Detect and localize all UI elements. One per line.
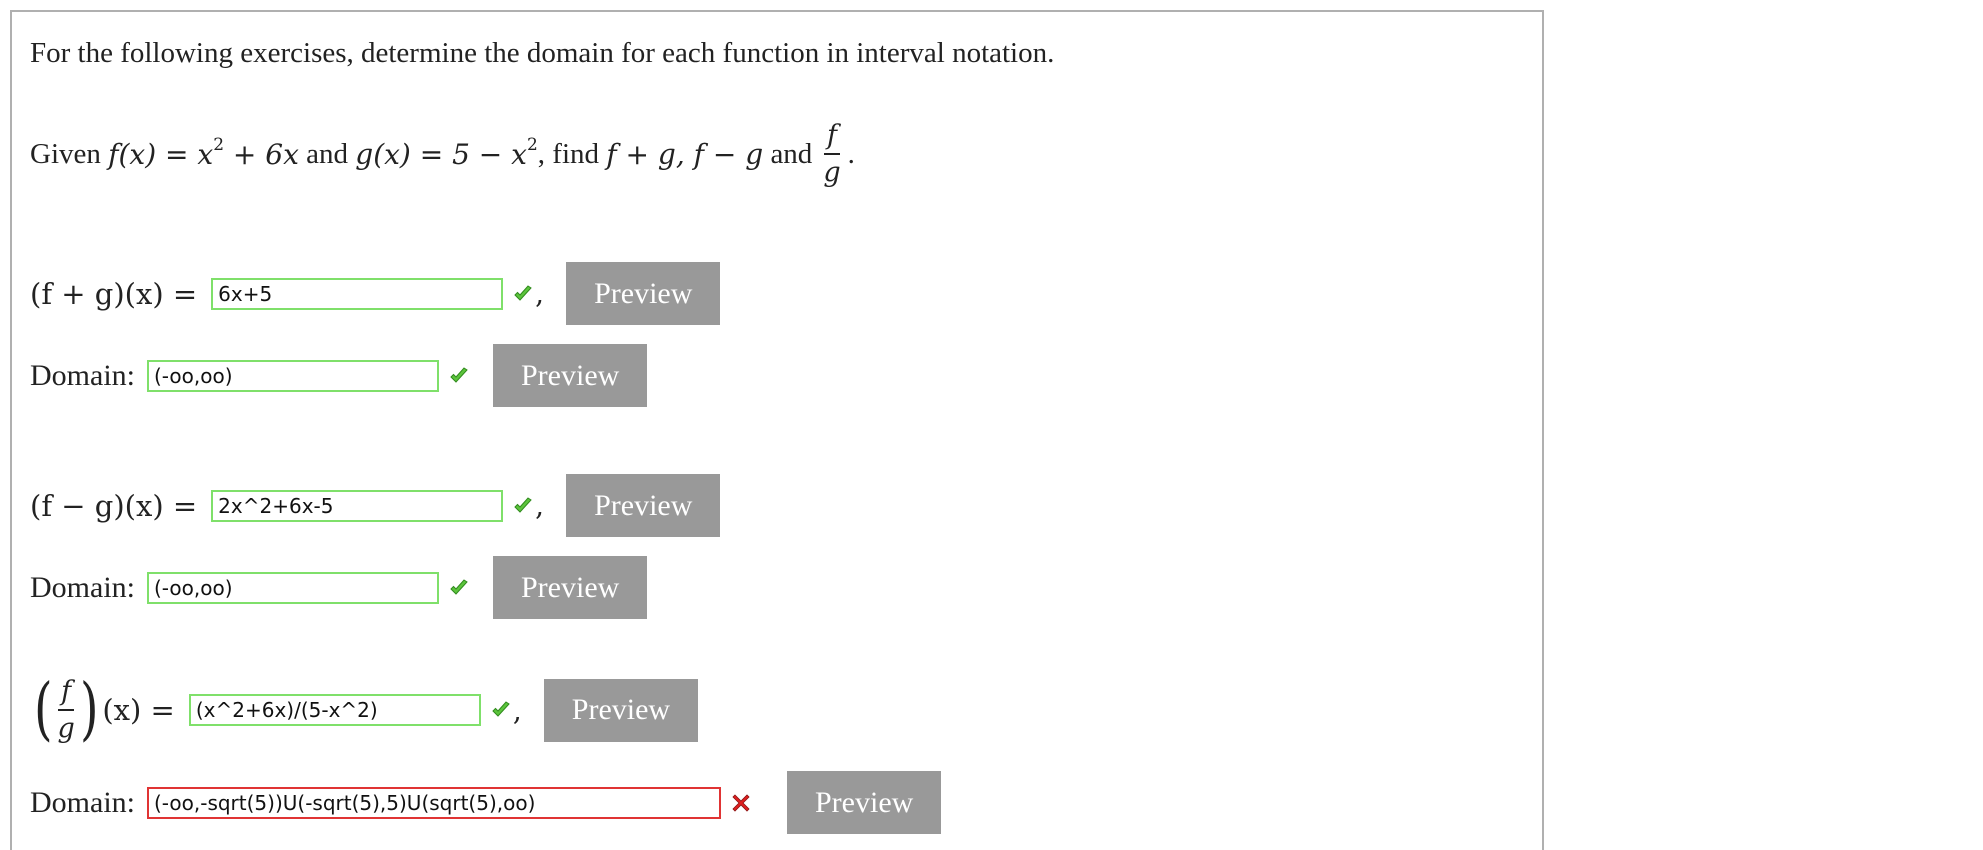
check-icon bbox=[450, 578, 468, 595]
domain-label: Domain: bbox=[30, 570, 135, 604]
diff-preview-button[interactable]: Preview bbox=[566, 474, 721, 537]
diff-domain-preview-button[interactable]: Preview bbox=[493, 556, 648, 619]
g-exponent: 2 bbox=[526, 134, 538, 155]
quotient-preview-button[interactable]: Preview bbox=[543, 678, 699, 742]
sum-answer-input[interactable] bbox=[211, 277, 504, 310]
comma: , bbox=[535, 489, 545, 522]
domain-label: Domain: bbox=[30, 785, 135, 819]
part-diff-row: (f − g)(x) = , Preview bbox=[30, 474, 721, 537]
right-paren: ) bbox=[79, 670, 99, 749]
g-def-text: g(x) = 5 − x bbox=[355, 137, 527, 171]
diff-domain-input[interactable] bbox=[147, 571, 439, 604]
f-definition: f(x) = x2 + 6x bbox=[108, 134, 299, 171]
given-statement: Given f(x) = x2 + 6x and g(x) = 5 − x2 ,… bbox=[30, 122, 855, 186]
f-def-text: f(x) = x bbox=[108, 137, 214, 171]
left-paren: ( bbox=[33, 670, 53, 749]
comma: , bbox=[535, 277, 545, 310]
check-icon bbox=[492, 701, 510, 717]
diff-answer-input[interactable] bbox=[211, 489, 504, 522]
cross-icon bbox=[732, 793, 750, 812]
quotient-label-fraction: f g bbox=[55, 678, 78, 742]
quotient-domain-input[interactable] bbox=[147, 786, 721, 819]
fraction-denominator: g bbox=[823, 157, 841, 188]
and-text-2: and bbox=[770, 137, 813, 170]
find-text: , find bbox=[537, 137, 600, 170]
label-numerator: f bbox=[58, 678, 75, 711]
quotient-fraction: f g bbox=[820, 122, 843, 186]
label-denominator: g bbox=[57, 713, 75, 744]
domain-label: Domain: bbox=[30, 358, 135, 392]
sum-label: (f + g)(x) = bbox=[30, 276, 198, 311]
f-exponent: 2 bbox=[213, 134, 225, 155]
comma: , bbox=[512, 693, 522, 727]
part-quotient-row: ( f g ) (x) = , Preview bbox=[30, 670, 699, 749]
quotient-label-tail: (x) = bbox=[102, 693, 175, 727]
and-text-1: and bbox=[306, 137, 349, 170]
sum-domain-preview-button[interactable]: Preview bbox=[493, 344, 648, 407]
part-diff-domain-row: Domain: Preview bbox=[30, 556, 648, 619]
sum-domain-input[interactable] bbox=[147, 359, 439, 392]
diff-label: (f − g)(x) = bbox=[30, 488, 198, 523]
part-sum-row: (f + g)(x) = , Preview bbox=[30, 262, 721, 325]
quotient-domain-preview-button[interactable]: Preview bbox=[787, 771, 942, 834]
check-icon bbox=[450, 366, 468, 383]
given-prefix: Given bbox=[30, 137, 101, 170]
fraction-numerator: f bbox=[823, 122, 840, 155]
check-icon bbox=[514, 496, 532, 513]
f-rest-text: + 6x bbox=[224, 137, 299, 171]
quotient-answer-input[interactable] bbox=[188, 694, 481, 726]
diff-expression: , f − g bbox=[675, 137, 764, 171]
sum-expression: f + g bbox=[606, 137, 676, 171]
instructions-text: For the following exercises, determine t… bbox=[30, 37, 1055, 69]
sum-preview-button[interactable]: Preview bbox=[566, 262, 721, 325]
g-definition: g(x) = 5 − x2 bbox=[355, 134, 538, 171]
check-icon bbox=[514, 284, 532, 301]
part-sum-domain-row: Domain: Preview bbox=[30, 344, 648, 407]
period: . bbox=[847, 137, 855, 170]
part-quotient-domain-row: Domain: Preview bbox=[30, 771, 942, 834]
